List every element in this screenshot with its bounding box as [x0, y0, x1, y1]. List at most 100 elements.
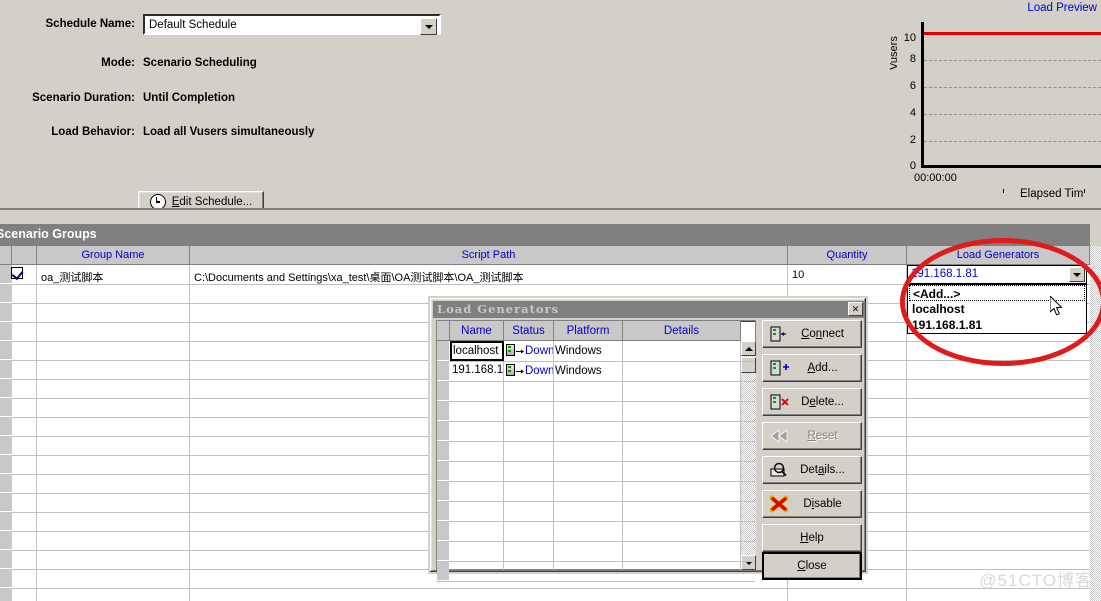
server-add-icon [768, 359, 790, 377]
lgt-cell-status-2: Down [525, 365, 553, 377]
cell-quantity[interactable]: 10 [792, 269, 902, 281]
add-button[interactable]: Add... [762, 354, 862, 382]
lgt-gutter-cell[interactable] [437, 341, 449, 361]
lgt-header-platform[interactable]: Platform [554, 321, 623, 341]
panel-divider [0, 210, 1101, 224]
lgt-rowline [437, 501, 755, 502]
help-button[interactable]: Help [762, 524, 862, 552]
gridline-8 [924, 60, 1101, 61]
dialog-title: Load Generators [437, 302, 560, 316]
lgt-header-gutter [437, 321, 450, 341]
reset-button[interactable]: Reset [762, 422, 862, 450]
cell-script-path[interactable]: C:\Documents and Settings\xa_test\桌面\OA测… [194, 269, 784, 285]
lgt-cell-status-1: Down [525, 345, 553, 357]
grid-gutter-cell[interactable] [0, 303, 12, 322]
grid-header-group-name[interactable]: Group Name [37, 246, 190, 265]
close-icon[interactable]: ✕ [848, 302, 863, 316]
grid-gutter-cell[interactable] [0, 398, 12, 417]
load-behavior-label: Load Behavior: [51, 126, 135, 138]
grid-gutter-cell[interactable] [0, 455, 12, 474]
panel-separator [0, 208, 1101, 210]
grid-gutter-cell[interactable] [0, 531, 12, 550]
grid-header-script-path[interactable]: Script Path [190, 246, 788, 265]
lgt-rowline [437, 521, 755, 522]
gridline-6 [924, 87, 1101, 88]
lgt-header-name[interactable]: Name [450, 321, 504, 341]
schedule-panel: Schedule Name: Default Schedule Mode: Sc… [0, 0, 890, 213]
x-tick-0: 00:00:00 [914, 172, 957, 184]
lgt-cell-name-2[interactable]: 191.168.1 [452, 364, 504, 376]
schedule-name-value: Default Schedule [149, 19, 237, 31]
scroll-up-icon[interactable] [741, 341, 756, 356]
edit-schedule-label: dit Schedule... [179, 196, 253, 208]
vusers-load-line [924, 32, 1101, 35]
load-behavior-value: Load all Vusers simultaneously [143, 126, 315, 138]
disable-button[interactable]: Disable [762, 490, 862, 518]
lgt-gutter-cell[interactable] [437, 461, 449, 481]
lgt-rowline [437, 441, 755, 442]
grid-gutter-cell[interactable] [0, 569, 12, 588]
delete-button[interactable]: Delete... [762, 388, 862, 416]
grid-gutter-cell[interactable] [0, 512, 12, 531]
row-checkbox[interactable] [11, 267, 23, 279]
scrollbar-thumb[interactable] [741, 357, 756, 373]
grid-gutter-cell[interactable] [0, 493, 12, 512]
lgt-rowline [437, 461, 755, 462]
mode-label: Mode: [101, 57, 135, 69]
lgt-gutter-cell[interactable] [437, 401, 449, 421]
grid-gutter-cell[interactable] [0, 341, 12, 360]
load-preview-chart: Load Preview 10 8 6 4 2 0 Vusers 00:00:0… [890, 0, 1101, 208]
server-connect-icon [768, 325, 790, 343]
schedule-name-combobox[interactable]: Default Schedule [143, 14, 441, 35]
table-vertical-scrollbar[interactable] [741, 341, 756, 570]
grid-gutter-cell[interactable] [0, 379, 12, 398]
y-tick-0: 0 [909, 160, 916, 172]
chevron-down-icon[interactable] [420, 18, 437, 35]
lgt-header-details[interactable]: Details [623, 321, 741, 341]
grid-gutter-cell[interactable] [0, 417, 12, 436]
lgt-colline-3 [622, 341, 623, 570]
grid-rowline [0, 588, 1090, 589]
connect-button[interactable]: Connect [762, 320, 862, 348]
grid-gutter-cell[interactable] [0, 322, 12, 341]
lgt-rowline [437, 361, 755, 362]
grid-gutter-cell[interactable] [0, 588, 12, 601]
scroll-down-icon[interactable] [741, 555, 756, 570]
server-delete-icon [768, 393, 790, 411]
watermark: @51CTO博客 [979, 571, 1093, 590]
scenario-duration-value: Until Completion [143, 92, 235, 104]
lgt-gutter-cell[interactable] [437, 541, 449, 561]
details-button[interactable]: Details... [762, 456, 862, 484]
server-status-icon-1 [506, 344, 515, 356]
lgt-cell-name-1[interactable]: localhost [453, 345, 503, 357]
close-button[interactable]: Close [762, 552, 862, 580]
cell-group-name[interactable]: oa_测试脚本 [41, 269, 186, 285]
load-generators-table[interactable]: Name Status Platform Details localhost D… [436, 320, 756, 582]
lgt-gutter-cell[interactable] [437, 481, 449, 501]
grid-gutter-cell[interactable] [0, 436, 12, 455]
grid-gutter-cell[interactable] [0, 284, 12, 303]
magnifier-icon [768, 461, 790, 479]
lgt-gutter-cell[interactable] [437, 361, 449, 381]
rewind-icon [768, 427, 790, 445]
lgt-header-status[interactable]: Status [504, 321, 554, 341]
grid-gutter-cell[interactable] [0, 360, 12, 379]
lgt-gutter-cell[interactable] [437, 441, 449, 461]
load-generators-dialog[interactable]: Load Generators ✕ Name Status Platform D… [428, 296, 868, 582]
lgt-gutter-cell[interactable] [437, 561, 449, 581]
x-tickmark-2 [1084, 189, 1085, 193]
lgt-gutter-cell[interactable] [437, 501, 449, 521]
x-axis-label: Elapsed Tim [1020, 188, 1084, 200]
grid-gutter-cell[interactable] [0, 474, 12, 493]
lgt-gutter-cell[interactable] [437, 421, 449, 441]
lgt-rowline [437, 581, 755, 582]
chart-plot-area [921, 22, 1101, 193]
lgt-gutter-cell[interactable] [437, 381, 449, 401]
grid-gutter-cell[interactable] [0, 550, 12, 569]
grid-header-quantity[interactable]: Quantity [788, 246, 907, 265]
dialog-titlebar[interactable]: Load Generators ✕ [433, 301, 865, 318]
lgt-gutter-cell[interactable] [437, 521, 449, 541]
scenario-groups-title: Scenario Groups [0, 227, 97, 241]
grid-header-gutter [0, 246, 12, 265]
lgt-rowline [437, 481, 755, 482]
